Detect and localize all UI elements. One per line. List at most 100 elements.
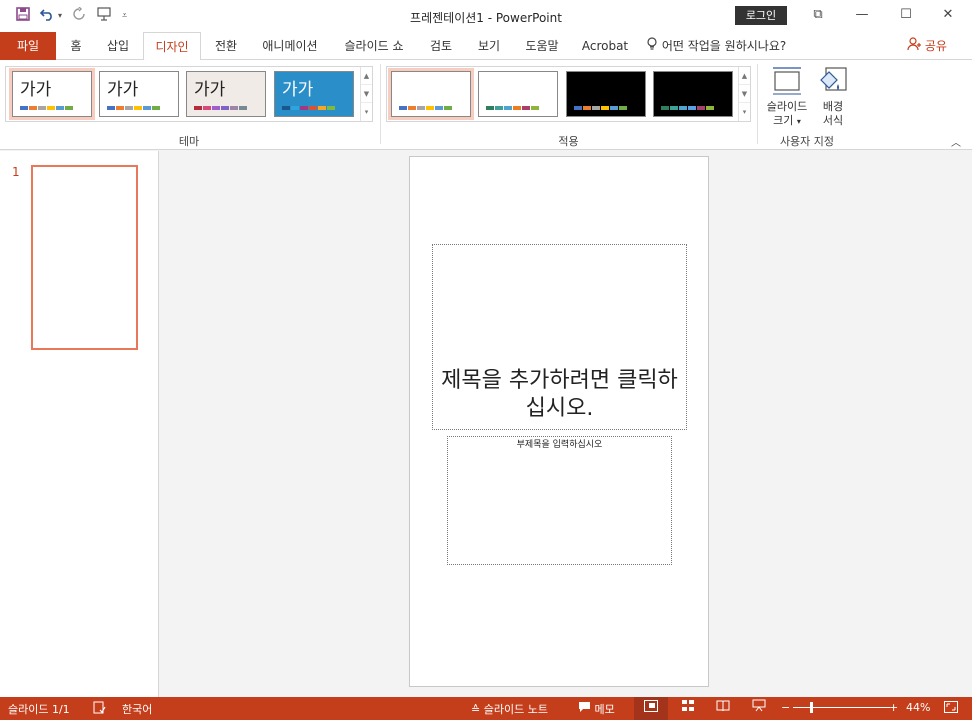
slide-size-label-line2: 크기 ▾: [773, 114, 801, 127]
title-bar: ▾ ⩡ 프레젠테이션1 - PowerPoint 로그인 ⧉ — ☐ ✕: [0, 0, 972, 32]
more-icon[interactable]: ▾: [361, 103, 372, 121]
variants-gallery: ▲ ▼ ▾: [386, 66, 751, 122]
color-swatch: [531, 106, 539, 110]
maximize-button[interactable]: ☐: [886, 4, 926, 26]
themes-gallery-scroll: ▲ ▼ ▾: [360, 67, 372, 121]
color-swatch: [495, 106, 503, 110]
minimize-button[interactable]: —: [842, 4, 882, 26]
fit-to-window-button[interactable]: [944, 701, 958, 716]
tab-view[interactable]: 보기: [469, 32, 509, 60]
color-swatch: [610, 106, 618, 110]
color-swatch: [435, 106, 443, 110]
slide-size-button[interactable]: 슬라이드 크기 ▾: [761, 66, 813, 129]
slide-show-view-button[interactable]: [742, 697, 776, 720]
color-swatch: [574, 106, 582, 110]
zoom-in-button[interactable]: +: [889, 701, 898, 714]
variant-color-bars: [574, 106, 627, 110]
color-swatch: [56, 106, 64, 110]
color-swatch: [107, 106, 115, 110]
zoom-slider-track[interactable]: [793, 707, 890, 708]
theme-blue[interactable]: 가가: [274, 71, 354, 117]
theme-wood[interactable]: 가가: [186, 71, 266, 117]
color-swatch: [203, 106, 211, 110]
variant-2[interactable]: [478, 71, 558, 117]
close-button[interactable]: ✕: [928, 4, 968, 26]
theme-color-bars: [20, 106, 73, 110]
color-swatch: [661, 106, 669, 110]
lightbulb-icon: [646, 33, 658, 61]
language-indicator[interactable]: 한국어: [122, 701, 152, 717]
ribbon-display-options-icon[interactable]: ⧉: [798, 4, 838, 26]
more-icon[interactable]: ▾: [739, 103, 750, 121]
reading-view-button[interactable]: [706, 697, 740, 720]
tab-help[interactable]: 도움말: [516, 32, 568, 60]
tab-slide-show[interactable]: 슬라이드 쇼: [334, 32, 414, 60]
tab-home[interactable]: 홈: [60, 32, 92, 60]
slide-sorter-view-button[interactable]: [671, 697, 705, 720]
variant-1[interactable]: [388, 68, 474, 120]
color-swatch: [327, 106, 335, 110]
color-swatch: [212, 106, 220, 110]
theme-sample-text: 가가: [282, 80, 314, 100]
theme-office[interactable]: 가가: [9, 68, 95, 120]
tab-transitions[interactable]: 전환: [207, 32, 245, 60]
zoom-out-button[interactable]: −: [781, 701, 790, 714]
collapse-ribbon-icon[interactable]: ︿: [951, 134, 961, 149]
spelling-check-icon[interactable]: [93, 701, 106, 717]
format-background-label-line2: 서식: [822, 114, 844, 127]
variant-3[interactable]: [566, 71, 646, 117]
tab-file[interactable]: 파일: [0, 32, 56, 60]
format-background-button[interactable]: 배경 서식: [815, 66, 851, 128]
color-swatch: [426, 106, 434, 110]
slide-size-label-line1: 슬라이드: [766, 100, 808, 113]
color-swatch: [65, 106, 73, 110]
scroll-down-icon[interactable]: ▼: [739, 85, 750, 103]
comments-button[interactable]: 메모: [578, 701, 615, 717]
slide-size-icon: [761, 66, 813, 100]
login-button[interactable]: 로그인: [735, 6, 787, 25]
slide-thumbnail[interactable]: [31, 165, 138, 350]
color-swatch: [152, 106, 160, 110]
tab-acrobat[interactable]: Acrobat: [577, 32, 633, 60]
tab-animations[interactable]: 애니메이션: [254, 32, 326, 60]
color-swatch: [583, 106, 591, 110]
subtitle-placeholder[interactable]: 부제목을 입력하십시오: [447, 436, 672, 565]
color-swatch: [20, 106, 28, 110]
share-button[interactable]: 공유: [902, 32, 952, 60]
scroll-down-icon[interactable]: ▼: [361, 85, 372, 103]
color-swatch: [318, 106, 326, 110]
color-swatch: [592, 106, 600, 110]
color-swatch: [522, 106, 530, 110]
group-separator: [380, 64, 381, 144]
normal-view-button[interactable]: [634, 697, 668, 720]
normal-view-icon: [644, 700, 658, 715]
variants-gallery-scroll: ▲ ▼ ▾: [738, 67, 750, 121]
zoom-slider-thumb[interactable]: [810, 702, 814, 713]
scroll-up-icon[interactable]: ▲: [361, 67, 372, 85]
title-placeholder[interactable]: 제목을 추가하려면 클릭하십시오.: [432, 244, 687, 430]
tell-me-box[interactable]: 어떤 작업을 원하시나요?: [646, 32, 796, 60]
color-swatch: [300, 106, 308, 110]
variant-4[interactable]: [653, 71, 733, 117]
scroll-up-icon[interactable]: ▲: [739, 67, 750, 85]
color-swatch: [47, 106, 55, 110]
color-swatch: [697, 106, 705, 110]
color-swatch: [619, 106, 627, 110]
zoom-percent[interactable]: 44%: [906, 701, 930, 714]
slide-info: 슬라이드 1/1: [8, 703, 70, 716]
tab-design[interactable]: 디자인: [143, 32, 201, 61]
theme-color-bars: [282, 106, 335, 110]
notes-label: 슬라이드 노트: [483, 703, 548, 716]
theme-sample-text: 가가: [107, 80, 139, 100]
format-background-label-line1: 배경: [822, 100, 844, 113]
slide-canvas[interactable]: 제목을 추가하려면 클릭하십시오. 부제목을 입력하십시오: [409, 156, 709, 687]
tab-review[interactable]: 검토: [421, 32, 461, 60]
group-separator: [757, 64, 758, 144]
tab-insert[interactable]: 삽입: [98, 32, 138, 60]
color-swatch: [194, 106, 202, 110]
color-swatch: [670, 106, 678, 110]
theme-office-2[interactable]: 가가: [99, 71, 179, 117]
notes-button[interactable]: ≙ 슬라이드 노트: [471, 701, 548, 717]
projector-icon: [752, 699, 766, 715]
grid-icon: [681, 700, 695, 715]
